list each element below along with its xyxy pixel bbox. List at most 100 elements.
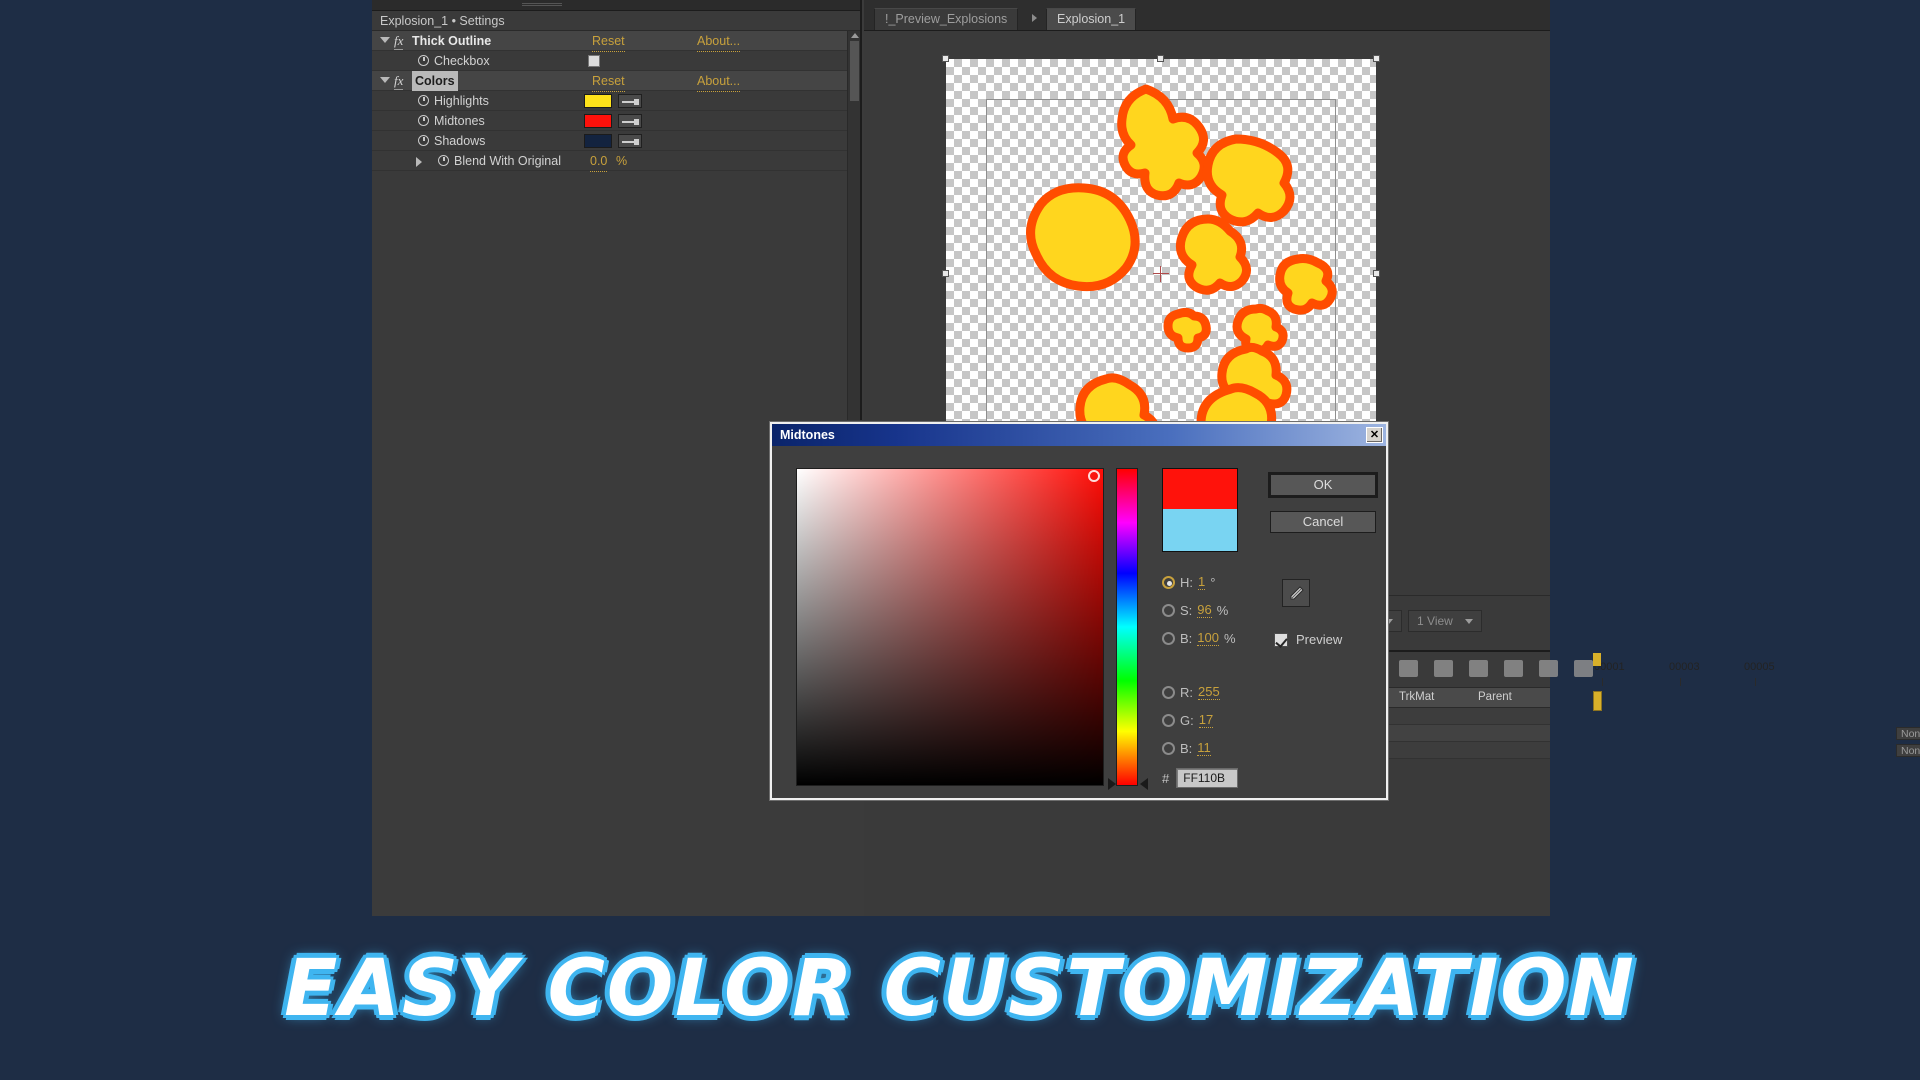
tab-explosion-1[interactable]: Explosion_1 bbox=[1046, 8, 1137, 30]
hex-input[interactable] bbox=[1176, 768, 1239, 788]
search-icon[interactable] bbox=[1504, 660, 1523, 677]
twirl-down-icon[interactable] bbox=[380, 77, 390, 83]
trkmat-select[interactable]: None bbox=[1896, 744, 1920, 757]
property-label: Checkbox bbox=[434, 54, 490, 68]
effect-group-name: Thick Outline bbox=[412, 34, 492, 48]
radio-green[interactable] bbox=[1162, 713, 1175, 727]
selection-handle[interactable] bbox=[942, 55, 949, 62]
radio-red[interactable] bbox=[1162, 685, 1175, 699]
field-value[interactable]: 17 bbox=[1198, 712, 1214, 728]
field-value[interactable]: 1 bbox=[1198, 574, 1206, 590]
preview-checkbox[interactable] bbox=[1274, 632, 1288, 647]
effect-group-thick-outline[interactable]: fx Thick Outline Reset About... bbox=[372, 31, 860, 52]
eyedropper-icon[interactable] bbox=[618, 94, 642, 108]
field-value[interactable]: 100 bbox=[1197, 630, 1219, 646]
selection-handle[interactable] bbox=[1373, 55, 1380, 62]
cancel-button[interactable]: Cancel bbox=[1270, 511, 1376, 533]
effect-rows: fx Thick Outline Reset About... Checkbox… bbox=[372, 31, 860, 172]
tab-preview-explosions[interactable]: !_Preview_Explosions bbox=[874, 8, 1019, 30]
trkmat-value: None bbox=[1901, 727, 1920, 740]
screenshot-root: Explosion_1 • Settings fx Thick Outline … bbox=[0, 0, 1920, 1080]
close-icon[interactable]: ✕ bbox=[1366, 427, 1383, 443]
sv-cursor-handle[interactable] bbox=[1088, 470, 1100, 482]
property-row-highlights[interactable]: Highlights bbox=[372, 91, 860, 111]
selection-handle[interactable] bbox=[1157, 55, 1164, 62]
property-row-shadows[interactable]: Shadows bbox=[372, 131, 860, 151]
eraser-icon[interactable] bbox=[1469, 660, 1488, 677]
scroll-up-icon[interactable] bbox=[851, 33, 859, 38]
field-row-red[interactable]: R: 255 bbox=[1162, 678, 1236, 706]
dialog-titlebar[interactable]: Midtones ✕ bbox=[772, 424, 1386, 446]
field-row-green[interactable]: G: 17 bbox=[1162, 706, 1236, 734]
current-time-indicator[interactable] bbox=[1593, 691, 1602, 711]
hue-slider[interactable] bbox=[1116, 468, 1138, 786]
new-color-swatch[interactable] bbox=[1163, 469, 1237, 511]
hue-marker-right-icon[interactable] bbox=[1140, 778, 1148, 790]
promo-banner-text: EASY COLOR CUSTOMIZATION bbox=[284, 944, 1636, 1034]
sv-gradient bbox=[797, 469, 1103, 785]
dialog-title: Midtones bbox=[780, 428, 835, 442]
about-link[interactable]: About... bbox=[697, 31, 741, 52]
color-swatch-highlights[interactable] bbox=[584, 94, 612, 108]
field-row-brightness[interactable]: B: 100 % bbox=[1162, 624, 1236, 652]
effect-panel-scrollbar[interactable] bbox=[847, 31, 860, 420]
color-swatch-shadows[interactable] bbox=[584, 134, 612, 148]
graph-editor-icon[interactable] bbox=[1574, 660, 1593, 677]
eyedropper-icon[interactable] bbox=[618, 114, 642, 128]
radio-blue[interactable] bbox=[1162, 741, 1175, 755]
previous-color-swatch[interactable] bbox=[1163, 509, 1237, 551]
field-row-saturation[interactable]: S: 96 % bbox=[1162, 596, 1236, 624]
radio-saturation[interactable] bbox=[1162, 603, 1175, 617]
effect-group-colors[interactable]: fx Colors Reset About... bbox=[372, 71, 860, 92]
preview-toggle-row[interactable]: Preview bbox=[1274, 632, 1342, 647]
radio-brightness[interactable] bbox=[1162, 631, 1175, 645]
stopwatch-icon[interactable] bbox=[1539, 660, 1558, 677]
property-value[interactable]: 0.0 bbox=[590, 151, 608, 172]
stopwatch-icon[interactable] bbox=[418, 95, 429, 106]
stopwatch-icon[interactable] bbox=[418, 115, 429, 126]
color-swatch-midtones[interactable] bbox=[584, 114, 612, 128]
color-picker-dialog: Midtones ✕ H: 1 ° S: 96 % B: 100 % R: 25… bbox=[770, 422, 1388, 800]
panel-grip-icon[interactable] bbox=[522, 3, 562, 7]
scrollbar-thumb[interactable] bbox=[850, 41, 859, 101]
twirl-right-icon[interactable] bbox=[416, 157, 422, 167]
field-row-blue[interactable]: B: 11 bbox=[1162, 734, 1236, 762]
promo-banner: EASY COLOR CUSTOMIZATION bbox=[0, 916, 1920, 1080]
ruler-mark bbox=[1755, 678, 1756, 686]
color-value-fields: H: 1 ° S: 96 % B: 100 % R: 255 G: 17 B: … bbox=[1162, 568, 1236, 762]
motion-blur-icon[interactable] bbox=[1399, 660, 1418, 677]
hue-marker-left-icon[interactable] bbox=[1108, 778, 1116, 790]
selection-handle[interactable] bbox=[942, 270, 949, 277]
fx-icon: fx bbox=[394, 33, 404, 50]
saturation-brightness-field[interactable] bbox=[796, 468, 1104, 786]
field-value[interactable]: 255 bbox=[1198, 684, 1220, 700]
trkmat-select[interactable]: None bbox=[1896, 727, 1920, 740]
about-link[interactable]: About... bbox=[697, 71, 741, 92]
stopwatch-icon[interactable] bbox=[418, 55, 429, 66]
reset-link[interactable]: Reset bbox=[592, 71, 625, 92]
property-row-midtones[interactable]: Midtones bbox=[372, 111, 860, 131]
ok-button[interactable]: OK bbox=[1270, 474, 1376, 496]
views-select[interactable]: 1 View bbox=[1408, 610, 1482, 632]
eyedropper-glyph bbox=[1290, 586, 1304, 600]
field-value[interactable]: 96 bbox=[1197, 602, 1212, 618]
stopwatch-icon[interactable] bbox=[438, 155, 449, 166]
checkbox-control[interactable] bbox=[588, 55, 600, 67]
reset-link[interactable]: Reset bbox=[592, 31, 625, 52]
field-row-spacer bbox=[1162, 652, 1236, 678]
property-row-blend-with-original[interactable]: Blend With Original 0.0 % bbox=[372, 151, 860, 172]
field-unit: % bbox=[1216, 602, 1229, 618]
eyedropper-icon[interactable] bbox=[618, 134, 642, 148]
property-row-checkbox[interactable]: Checkbox bbox=[372, 51, 860, 71]
field-value[interactable]: 11 bbox=[1197, 740, 1211, 756]
selection-handle[interactable] bbox=[1373, 270, 1380, 277]
current-time-marker[interactable] bbox=[1593, 653, 1601, 666]
eyedropper-icon[interactable] bbox=[1282, 579, 1310, 607]
radio-hue[interactable] bbox=[1162, 575, 1175, 589]
stopwatch-icon[interactable] bbox=[418, 135, 429, 146]
twirl-down-icon[interactable] bbox=[380, 37, 390, 43]
property-label: Highlights bbox=[434, 94, 489, 108]
panel-tabstrip[interactable] bbox=[372, 0, 860, 11]
frame-blend-icon[interactable] bbox=[1434, 660, 1453, 677]
field-row-hue[interactable]: H: 1 ° bbox=[1162, 568, 1236, 596]
